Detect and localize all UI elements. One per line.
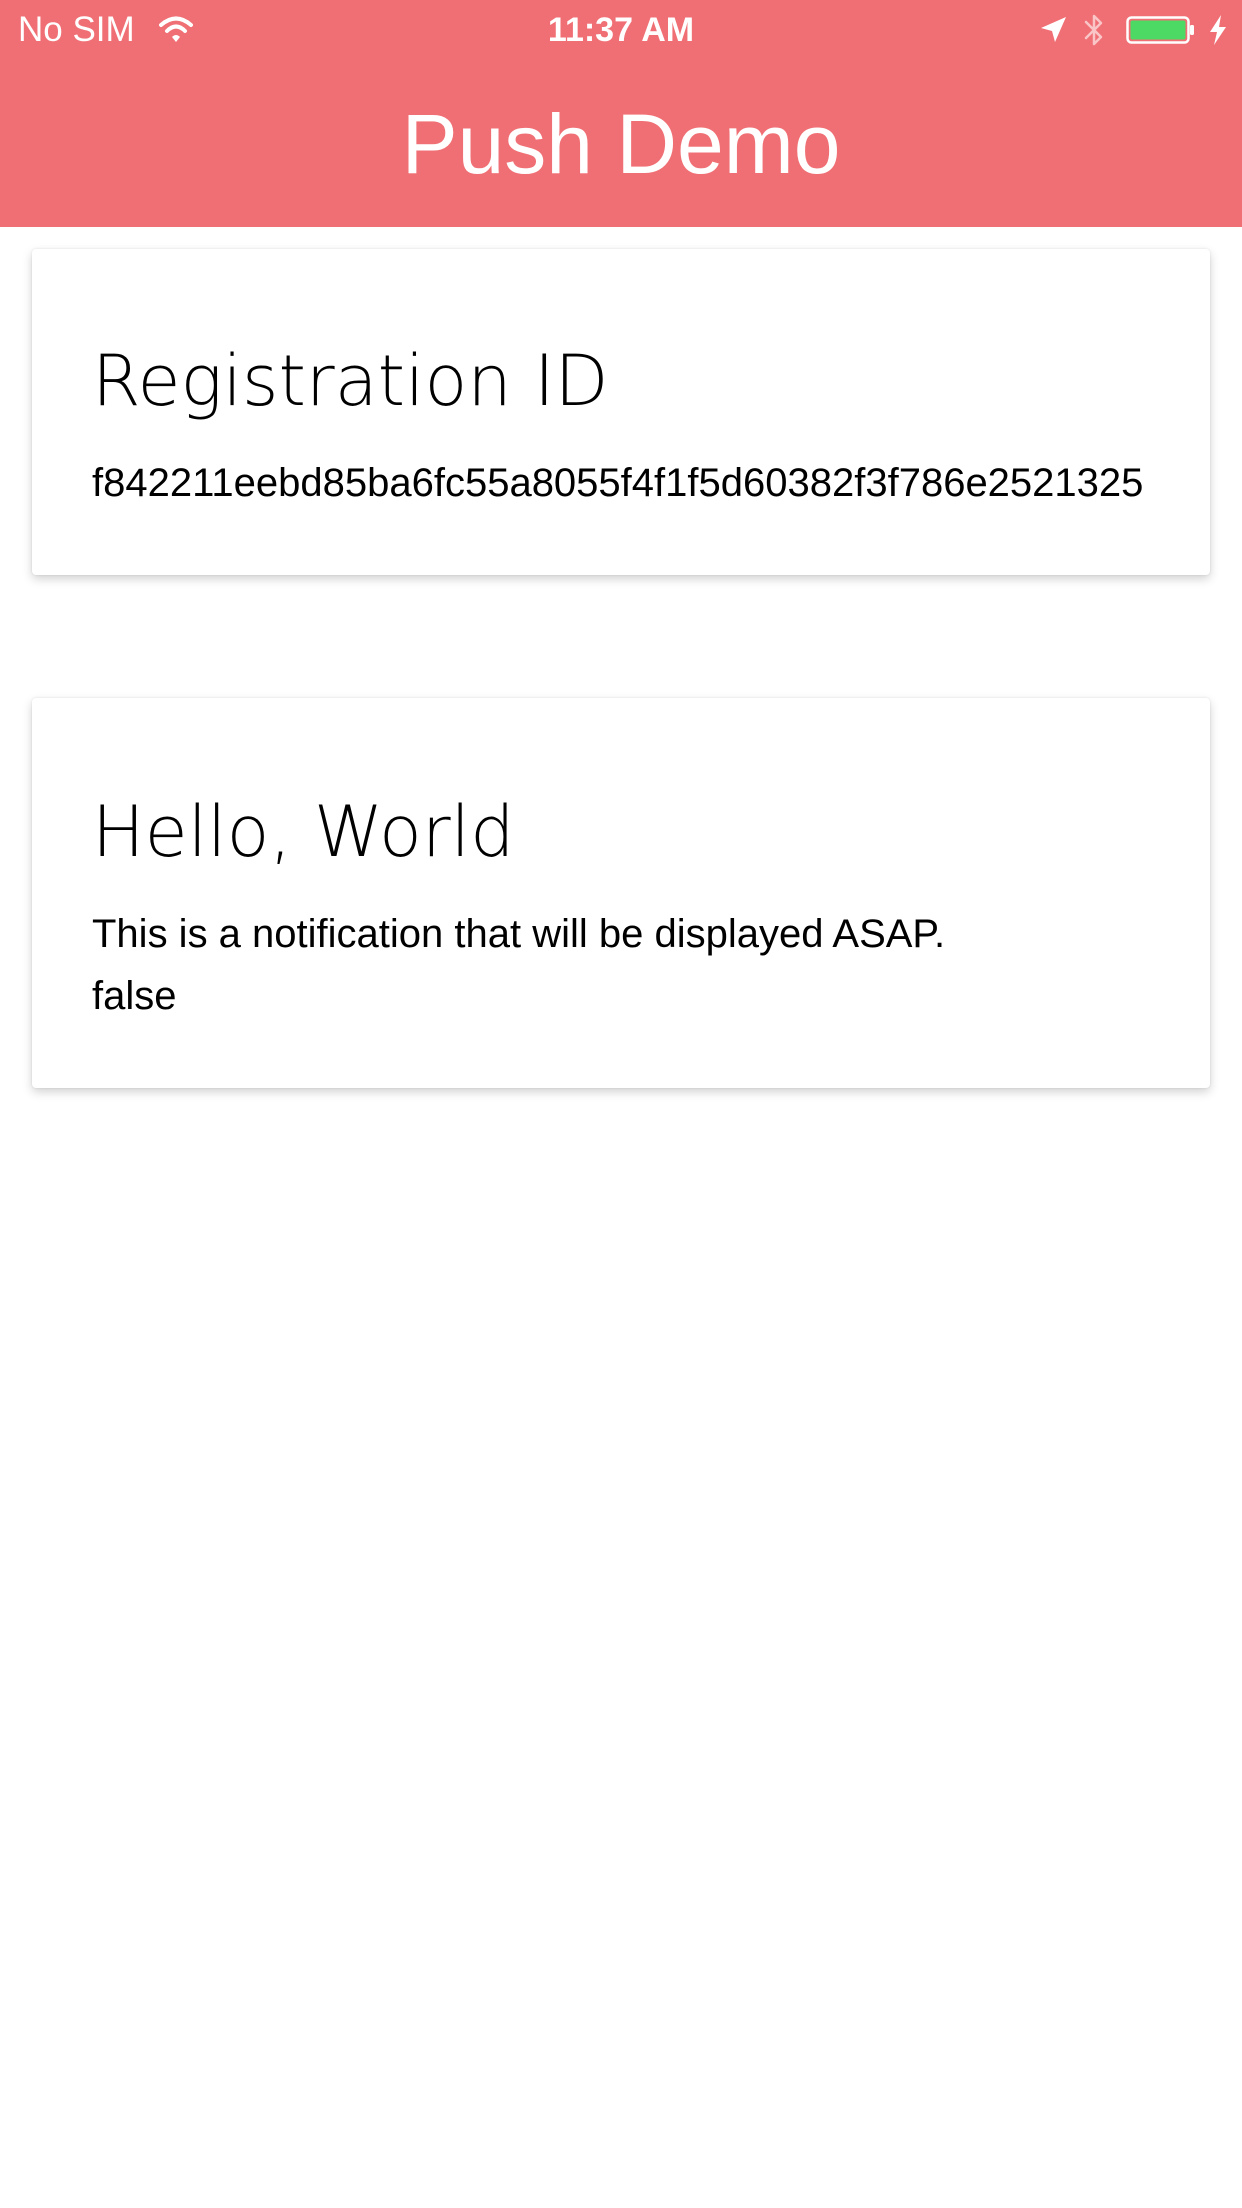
bluetooth-icon bbox=[1084, 14, 1103, 46]
registration-title: Registration ID bbox=[92, 340, 609, 422]
charging-bolt-icon bbox=[1210, 15, 1226, 45]
notification-title: Hello, World bbox=[92, 791, 515, 873]
notification-card: Hello, World This is a notification that… bbox=[32, 698, 1210, 1088]
app-header: No SIM 11:37 AM Push Demo bbox=[0, 0, 1242, 227]
status-bar: No SIM 11:37 AM bbox=[0, 0, 1242, 60]
registration-card: Registration ID f842211eebd85ba6fc55a805… bbox=[32, 249, 1210, 575]
registration-id-value: f842211eebd85ba6fc55a8055f4f1f5d60382f3f… bbox=[92, 461, 1144, 505]
battery-icon bbox=[1126, 16, 1194, 44]
notification-flag: false bbox=[92, 974, 177, 1018]
page-title: Push Demo bbox=[401, 97, 841, 191]
location-arrow-icon bbox=[1041, 17, 1066, 42]
notification-message: This is a notification that will be disp… bbox=[92, 912, 946, 956]
